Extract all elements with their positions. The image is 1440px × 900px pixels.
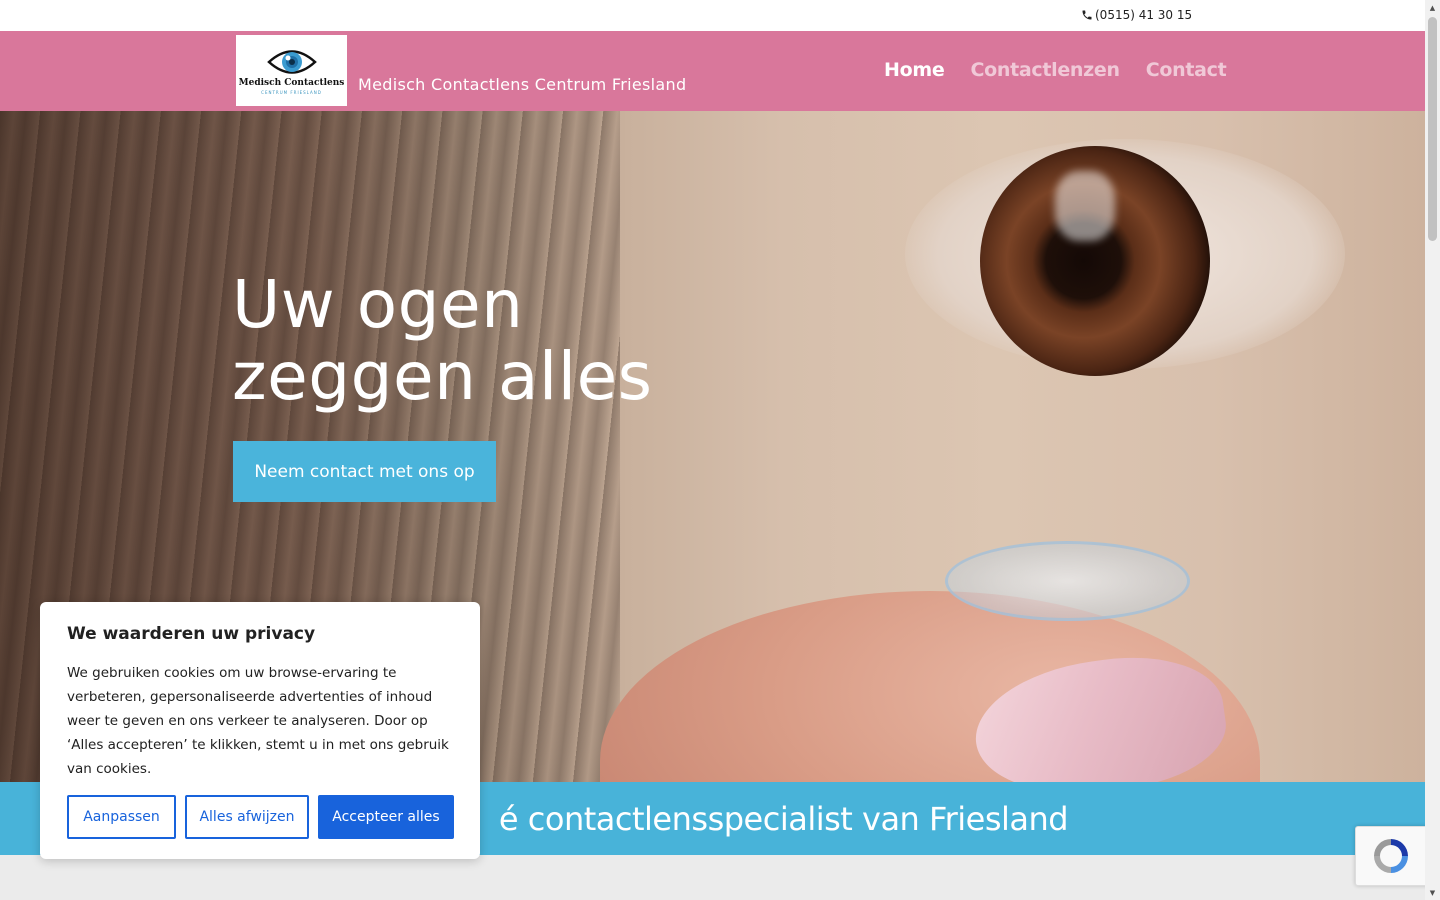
- cookie-description: We gebruiken cookies om uw browse-ervari…: [67, 665, 449, 777]
- hero-title-line1: Uw ogen: [232, 266, 524, 343]
- nav-item-home[interactable]: Home: [884, 59, 945, 81]
- hero-title: Uw ogen zeggen alles: [232, 269, 653, 413]
- hero-title-line2: zeggen alles: [232, 338, 653, 415]
- customize-button[interactable]: Aanpassen: [67, 795, 176, 839]
- page-scrollbar[interactable]: ▲ ▼: [1425, 0, 1440, 900]
- logo-subtext: CENTRUM FRIESLAND: [261, 89, 322, 95]
- nav-item-contact[interactable]: Contact: [1146, 59, 1227, 81]
- cookie-consent-dialog: We waarderen uw privacy We gebruiken coo…: [40, 602, 480, 859]
- top-bar: (0515) 41 30 15: [0, 0, 1425, 31]
- banner-heading: é contactlensspecialist van Friesland: [498, 799, 1069, 838]
- accept-all-button[interactable]: Accepteer alles: [318, 795, 454, 839]
- logo-text: Medisch Contactlens: [238, 77, 345, 88]
- site-name[interactable]: Medisch Contactlens Centrum Friesland: [358, 75, 686, 94]
- main-nav: Home Contactlenzen Contact: [884, 59, 1227, 81]
- recaptcha-icon: [1374, 839, 1408, 873]
- cookie-title: We waarderen uw privacy: [67, 624, 316, 644]
- eye-logo-icon: [266, 49, 317, 74]
- phone-contact[interactable]: (0515) 41 30 15: [1081, 8, 1192, 22]
- phone-icon: [1082, 10, 1092, 20]
- scroll-up-arrow[interactable]: ▲: [1425, 0, 1440, 15]
- site-logo[interactable]: Medisch Contactlens CENTRUM FRIESLAND: [236, 35, 347, 106]
- scroll-down-arrow[interactable]: ▼: [1425, 885, 1440, 900]
- phone-number: (0515) 41 30 15: [1095, 8, 1193, 22]
- contact-cta-button[interactable]: Neem contact met ons op: [233, 441, 496, 502]
- contact-lens-image: [945, 541, 1190, 621]
- main-header: Medisch Contactlens CENTRUM FRIESLAND Me…: [0, 31, 1425, 111]
- cookie-buttons: Aanpassen Alles afwijzen Accepteer alles: [67, 795, 454, 839]
- nav-item-contactlenzen[interactable]: Contactlenzen: [970, 59, 1120, 81]
- scroll-thumb[interactable]: [1428, 17, 1437, 241]
- reject-all-button[interactable]: Alles afwijzen: [185, 795, 309, 839]
